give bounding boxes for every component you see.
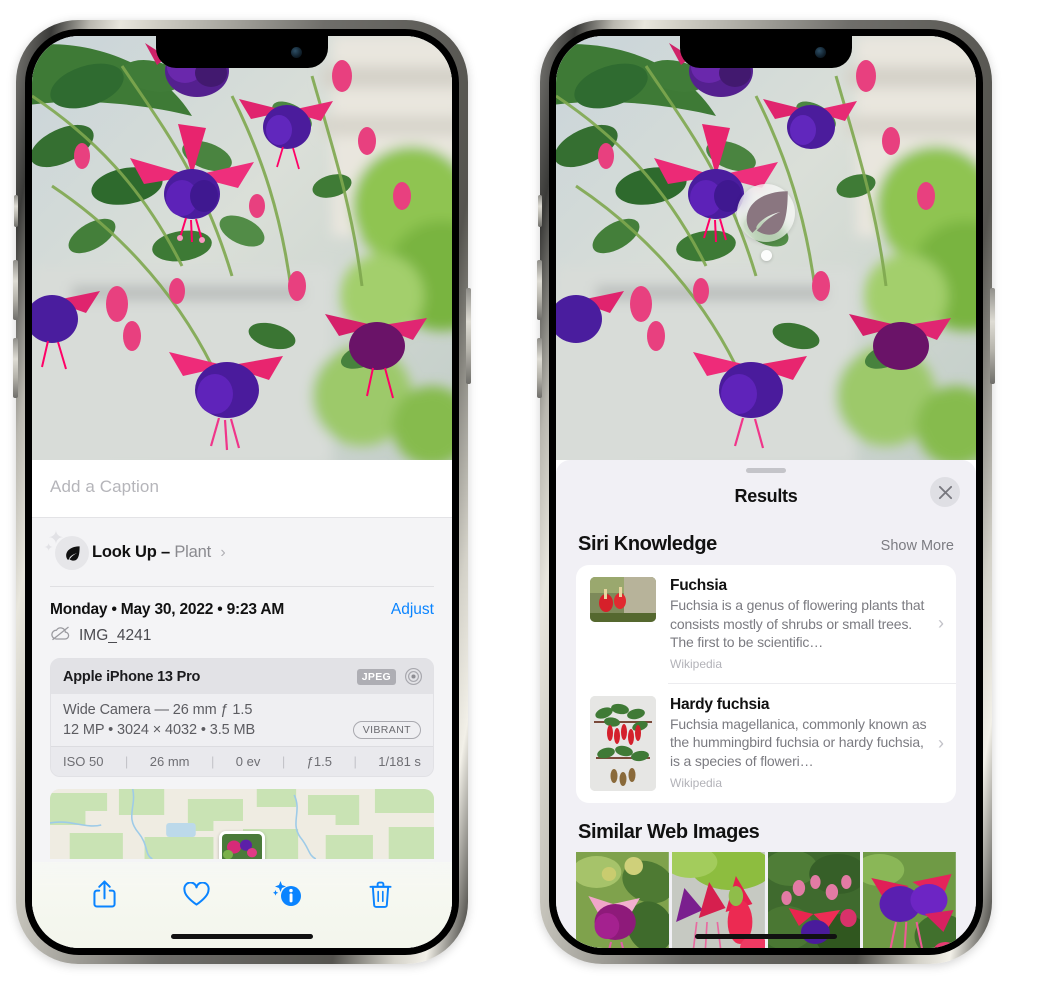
exif-ev: 0 ev (235, 754, 261, 769)
power-button[interactable] (466, 288, 471, 384)
fuchsia-thumbnail (590, 577, 656, 622)
exif-row: ISO 50 | 26 mm | 0 ev | ƒ1.5 | 1/181 s (51, 746, 433, 776)
results-header: Results (556, 473, 976, 519)
size-line-row: 12 MP • 3024 × 4032 • 3.5 MB VIBRANT (63, 721, 421, 739)
siri-knowledge-card: Fuchsia Fuchsia is a genus of flowering … (576, 565, 956, 803)
visual-look-up-badge[interactable] (737, 184, 795, 242)
exif-sep-1: | (124, 754, 129, 769)
photographic-style-badge: VIBRANT (352, 721, 421, 739)
knowledge-description: Fuchsia magellanica, commonly known as t… (670, 715, 927, 770)
list-item[interactable]: Hardy fuchsia Fuchsia magellanica, commo… (576, 684, 956, 803)
photo-location-map[interactable] (50, 789, 434, 859)
results-sheet: Results Siri Knowledge Show More Fuchsia… (556, 460, 976, 948)
sparkle-icon-small: ✦ (44, 542, 54, 554)
share-icon[interactable] (82, 874, 126, 914)
web-image-4[interactable] (863, 851, 956, 948)
map-photo-pin[interactable] (219, 831, 265, 859)
right-screen: Results Siri Knowledge Show More Fuchsia… (556, 36, 976, 948)
camera-info-card: Apple iPhone 13 Pro JPEG Wide Camera — 2… (50, 658, 434, 777)
exif-focal: 26 mm (149, 754, 190, 769)
similar-web-images-title: Similar Web Images (578, 820, 760, 843)
exif-sep-2: | (210, 754, 215, 769)
look-up-icon-group: ✦ ✦ (44, 529, 92, 573)
camera-header: Apple iPhone 13 Pro JPEG (51, 659, 433, 694)
iphone-right-device: Results Siri Knowledge Show More Fuchsia… (537, 20, 995, 964)
notch (680, 36, 852, 68)
visual-look-up-anchor-dot (761, 250, 772, 261)
photo-info-sheet: Add a Caption ✦ ✦ Look Up – Plant › Mond… (32, 460, 452, 948)
caption-input[interactable]: Add a Caption (50, 477, 434, 497)
chevron-right-icon: › (220, 543, 226, 561)
camera-body: Wide Camera — 26 mm ƒ 1.5 12 MP • 3024 ×… (51, 694, 433, 746)
knowledge-title: Hardy fuchsia (670, 695, 770, 713)
screenshot-stage: Add a Caption ✦ ✦ Look Up – Plant › Mond… (0, 0, 1055, 985)
device-bezel: Add a Caption ✦ ✦ Look Up – Plant › Mond… (25, 29, 459, 955)
iphone-left-device: Add a Caption ✦ ✦ Look Up – Plant › Mond… (13, 20, 471, 964)
look-up-label-group: Look Up – Plant › (92, 542, 226, 562)
icloud-slash-icon (50, 625, 71, 646)
knowledge-description: Fuchsia is a genus of flowering plants t… (670, 597, 925, 651)
look-up-label: Look Up (92, 542, 157, 561)
show-more-button[interactable]: Show More (881, 538, 954, 554)
look-up-subject: Plant (174, 542, 211, 561)
info-icon[interactable] (266, 874, 310, 914)
fuchsia-photo (32, 36, 452, 460)
knowledge-body: Fuchsia Fuchsia is a genus of flowering … (670, 577, 930, 671)
volume-up-button[interactable] (537, 260, 542, 320)
look-up-dash: – (156, 542, 175, 561)
list-item[interactable]: Fuchsia Fuchsia is a genus of flowering … (576, 565, 956, 683)
exif-sep-3: | (281, 754, 286, 769)
leaf-icon (55, 536, 89, 570)
front-camera (815, 47, 826, 58)
similar-web-images-header: Similar Web Images (556, 803, 976, 850)
mute-switch[interactable] (14, 195, 18, 227)
left-screen: Add a Caption ✦ ✦ Look Up – Plant › Mond… (32, 36, 452, 948)
mute-switch[interactable] (538, 195, 542, 227)
home-indicator[interactable] (171, 934, 313, 939)
results-title: Results (734, 485, 798, 506)
fuchsia-photo (556, 36, 976, 460)
power-button[interactable] (990, 288, 995, 384)
aperture-icon[interactable] (404, 667, 423, 686)
siri-knowledge-title: Siri Knowledge (578, 533, 717, 555)
camera-header-badges: JPEG (356, 667, 423, 686)
hardy-fuchsia-thumbnail (590, 695, 656, 791)
siri-knowledge-header: Siri Knowledge Show More (556, 519, 976, 565)
capture-date: Monday • May 30, 2022 • 9:23 AM (50, 601, 285, 618)
camera-model: Apple iPhone 13 Pro (63, 668, 201, 685)
knowledge-source: Wikipedia (670, 656, 723, 671)
photo-viewer[interactable] (32, 36, 452, 460)
notch (156, 36, 328, 68)
volume-down-button[interactable] (13, 338, 18, 398)
home-indicator[interactable] (695, 934, 837, 939)
knowledge-source: Wikipedia (670, 775, 723, 790)
format-badge: JPEG (356, 668, 396, 685)
volume-up-button[interactable] (13, 260, 18, 320)
chevron-right-icon: › (938, 613, 944, 634)
size-line: 12 MP • 3024 × 4032 • 3.5 MB (63, 722, 256, 738)
exif-iso: ISO 50 (63, 754, 104, 769)
exif-shutter: 1/181 s (378, 754, 421, 769)
close-icon[interactable] (930, 477, 960, 507)
volume-down-button[interactable] (537, 338, 542, 398)
photo-toolbar (32, 862, 452, 948)
knowledge-title: Fuchsia (670, 577, 727, 594)
exif-sep-4: | (353, 754, 357, 769)
look-up-row[interactable]: ✦ ✦ Look Up – Plant › (32, 518, 452, 586)
date-row: Monday • May 30, 2022 • 9:23 AM Adjust (32, 587, 452, 621)
chevron-right-icon: › (938, 732, 944, 753)
heart-icon[interactable] (174, 874, 218, 914)
adjust-button[interactable]: Adjust (391, 601, 434, 619)
caption-field-row[interactable]: Add a Caption (32, 460, 452, 518)
knowledge-body: Hardy fuchsia Fuchsia magellanica, commo… (670, 696, 930, 790)
lens-line: Wide Camera — 26 mm ƒ 1.5 (63, 702, 253, 718)
web-image-1[interactable] (576, 851, 669, 948)
device-bezel: Results Siri Knowledge Show More Fuchsia… (549, 29, 983, 955)
filename-label: IMG_4241 (79, 626, 152, 644)
trash-icon[interactable] (358, 874, 402, 914)
photo-viewer[interactable] (556, 36, 976, 460)
exif-aperture: ƒ1.5 (306, 754, 332, 769)
front-camera (291, 47, 302, 58)
filename-row: IMG_4241 (32, 621, 452, 658)
